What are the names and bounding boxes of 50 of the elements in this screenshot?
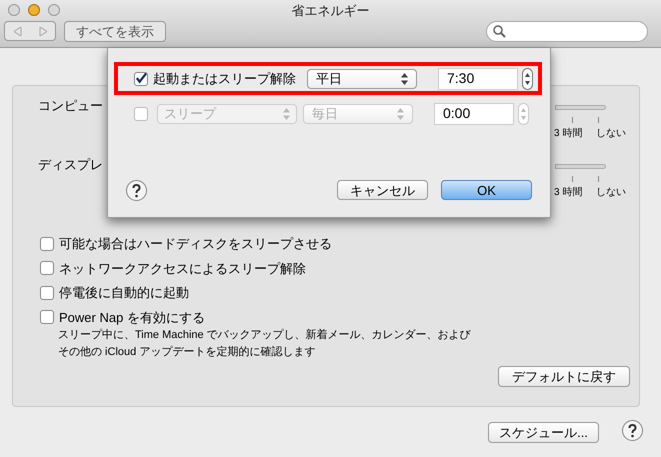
up-down-arrows-icon (283, 108, 290, 120)
option-label: Power Nap を有効にする (59, 308, 205, 327)
search-field[interactable] (486, 21, 648, 42)
window-title: 省エネルギー (290, 2, 370, 20)
tick-mark (572, 176, 573, 182)
checkbox[interactable] (134, 106, 148, 120)
time-field[interactable]: 7:30 (438, 68, 518, 90)
up-down-arrows-icon (401, 72, 408, 84)
option-label: 停電後に自動的に起動 (59, 284, 189, 302)
help-icon[interactable] (622, 420, 643, 441)
checkbox[interactable] (40, 261, 54, 276)
option-description: その他の iCloud アップデートを定期的に確認します (58, 344, 316, 360)
tick-mark (598, 117, 599, 123)
slider-label: ディスプレ (38, 156, 103, 174)
checkbox[interactable] (40, 236, 54, 251)
up-down-arrows-icon (520, 106, 527, 120)
time-field[interactable]: 0:00 (434, 102, 514, 124)
cancel-button[interactable]: キャンセル (337, 180, 428, 200)
show-all-button[interactable]: すべてを表示 (64, 21, 166, 42)
tick-mark (572, 117, 573, 123)
checkbox[interactable] (134, 72, 148, 86)
up-down-arrows-icon (397, 108, 404, 120)
day-popup[interactable]: 平日 (307, 68, 417, 88)
scale-label: しない (596, 127, 626, 141)
close-window-icon[interactable] (8, 4, 20, 16)
slider-label: コンピュー (38, 97, 103, 115)
scale-label: 3 時間 (554, 186, 582, 200)
ok-button[interactable]: OK (441, 180, 532, 200)
option-description: スリープ中に、Time Machine でバックアップし、新着メール、カレンダー、および (58, 328, 471, 343)
search-icon (493, 25, 506, 38)
forward-arrow-icon[interactable] (38, 26, 46, 36)
slider-track[interactable] (555, 164, 606, 169)
back-arrow-icon[interactable] (14, 26, 22, 36)
option-label: 可能な場合はハードディスクをスリープさせる (59, 235, 332, 253)
slider-track[interactable] (555, 105, 606, 110)
up-down-arrows-icon (524, 72, 531, 86)
back-forward-control[interactable] (4, 21, 56, 41)
minimize-window-icon[interactable] (28, 4, 40, 16)
scale-label: 3 時間 (554, 126, 582, 141)
help-icon[interactable] (126, 180, 147, 201)
zoom-window-icon[interactable] (48, 4, 60, 16)
option-label: ネットワークアクセスによるスリープ解除 (59, 260, 306, 278)
stepper[interactable] (522, 68, 533, 90)
schedule-button[interactable]: スケジュール... (488, 422, 599, 443)
action-label: 起動またはスリープ解除 (153, 70, 297, 88)
checkbox[interactable] (40, 286, 54, 300)
scale-label: しない (596, 186, 626, 200)
checkbox[interactable] (40, 310, 54, 324)
tick-mark (598, 176, 599, 182)
restore-defaults-button[interactable]: デフォルトに戻す (498, 366, 630, 387)
